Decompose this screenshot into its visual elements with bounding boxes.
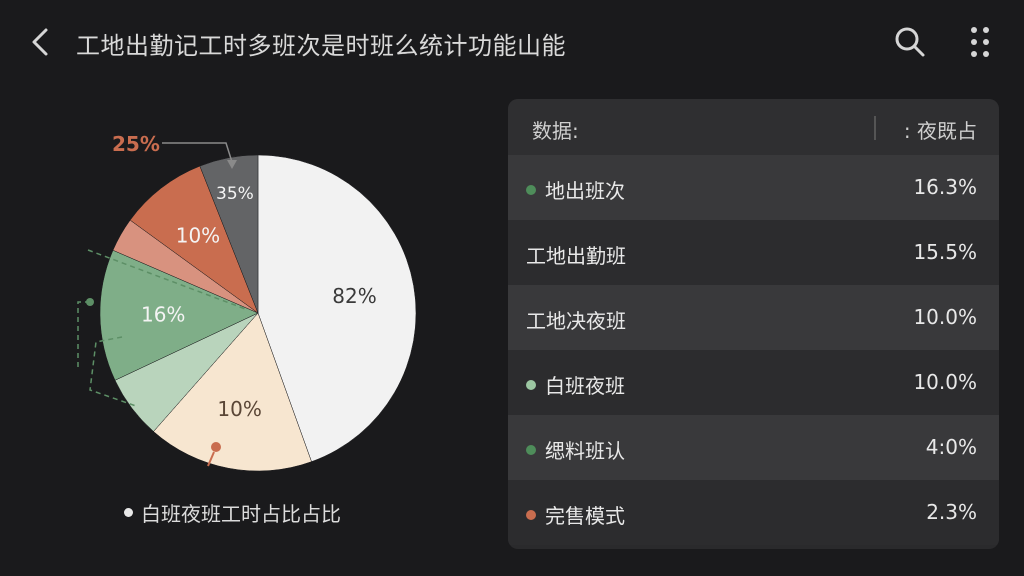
row-label: 缌料班认 — [526, 435, 625, 464]
row-value: 4:0% — [925, 435, 977, 459]
table-header-value: : 夜既占 — [903, 119, 977, 143]
table-row[interactable]: 缌料班认 4:0% — [508, 415, 999, 480]
search-icon — [895, 27, 925, 57]
back-button[interactable] — [22, 22, 58, 62]
slice-label: 10% — [176, 224, 220, 248]
legend-dot — [124, 508, 133, 517]
slice-label: 35% — [216, 184, 254, 204]
table-row[interactable]: 工地决夜班 10.0% — [508, 285, 999, 350]
leader-line — [77, 301, 90, 370]
row-label: 工地决夜班 — [526, 305, 626, 334]
chart-legend: 白班夜班工时占比占比 — [124, 498, 341, 527]
slice-label: 16% — [141, 302, 185, 326]
header-divider — [874, 116, 876, 140]
more-vertical-icon — [971, 27, 989, 57]
row-label-text: 工地出勤班 — [526, 244, 626, 268]
table-row[interactable]: 白班夜班 10.0% — [508, 350, 999, 415]
row-value: 2.3% — [926, 500, 977, 524]
row-value: 16.3% — [913, 175, 977, 199]
pie-chart: 82% 10% 16% 10% 35% 25% — [77, 132, 417, 472]
slice-label: 10% — [217, 397, 261, 421]
search-button[interactable] — [890, 22, 930, 62]
row-value: 10.0% — [913, 370, 977, 394]
row-label-text: 工地决夜班 — [526, 309, 626, 333]
table-row[interactable]: 地出班次 16.3% — [508, 155, 999, 220]
leader-dot — [86, 298, 94, 306]
row-dot — [526, 509, 536, 520]
row-label: 工地出勤班 — [526, 240, 626, 269]
row-dot — [526, 184, 536, 195]
row-label-text: 地出班次 — [545, 179, 625, 203]
row-label-text: 完售模式 — [545, 504, 625, 528]
more-options-button[interactable] — [962, 22, 998, 62]
row-value: 15.5% — [913, 240, 977, 264]
row-label-text: 白班夜班 — [545, 374, 625, 398]
table-row[interactable]: 完售模式 2.3% — [508, 480, 999, 545]
row-dot — [526, 379, 536, 390]
row-label-text: 缌料班认 — [545, 439, 625, 463]
slice-marker — [211, 442, 221, 452]
row-dot — [526, 444, 536, 455]
top-bar: 工地出勤记工时多班次是时班么统计功能山能 — [0, 0, 1024, 86]
page-title: 工地出勤记工时多班次是时班么统计功能山能 — [76, 32, 566, 60]
row-value: 10.0% — [913, 305, 977, 329]
chevron-left-icon — [32, 28, 48, 56]
data-table: 数据: : 夜既占 地出班次 16.3% 工地出勤班 15.5% 工地决夜班 1… — [508, 99, 999, 549]
table-header: 数据: : 夜既占 — [508, 99, 999, 155]
row-label: 白班夜班 — [526, 370, 625, 399]
slice-label: 82% — [332, 284, 376, 308]
table-row[interactable]: 工地出勤班 15.5% — [508, 220, 999, 285]
pie-chart-area: 82% 10% 16% 10% 35% 25% — [0, 100, 500, 520]
legend-label: 白班夜班工时占比占比 — [141, 502, 341, 526]
table-header-label: 数据: — [532, 119, 579, 143]
callout-label: 25% — [112, 132, 160, 156]
row-label: 完售模式 — [526, 500, 625, 529]
row-label: 地出班次 — [526, 175, 625, 204]
